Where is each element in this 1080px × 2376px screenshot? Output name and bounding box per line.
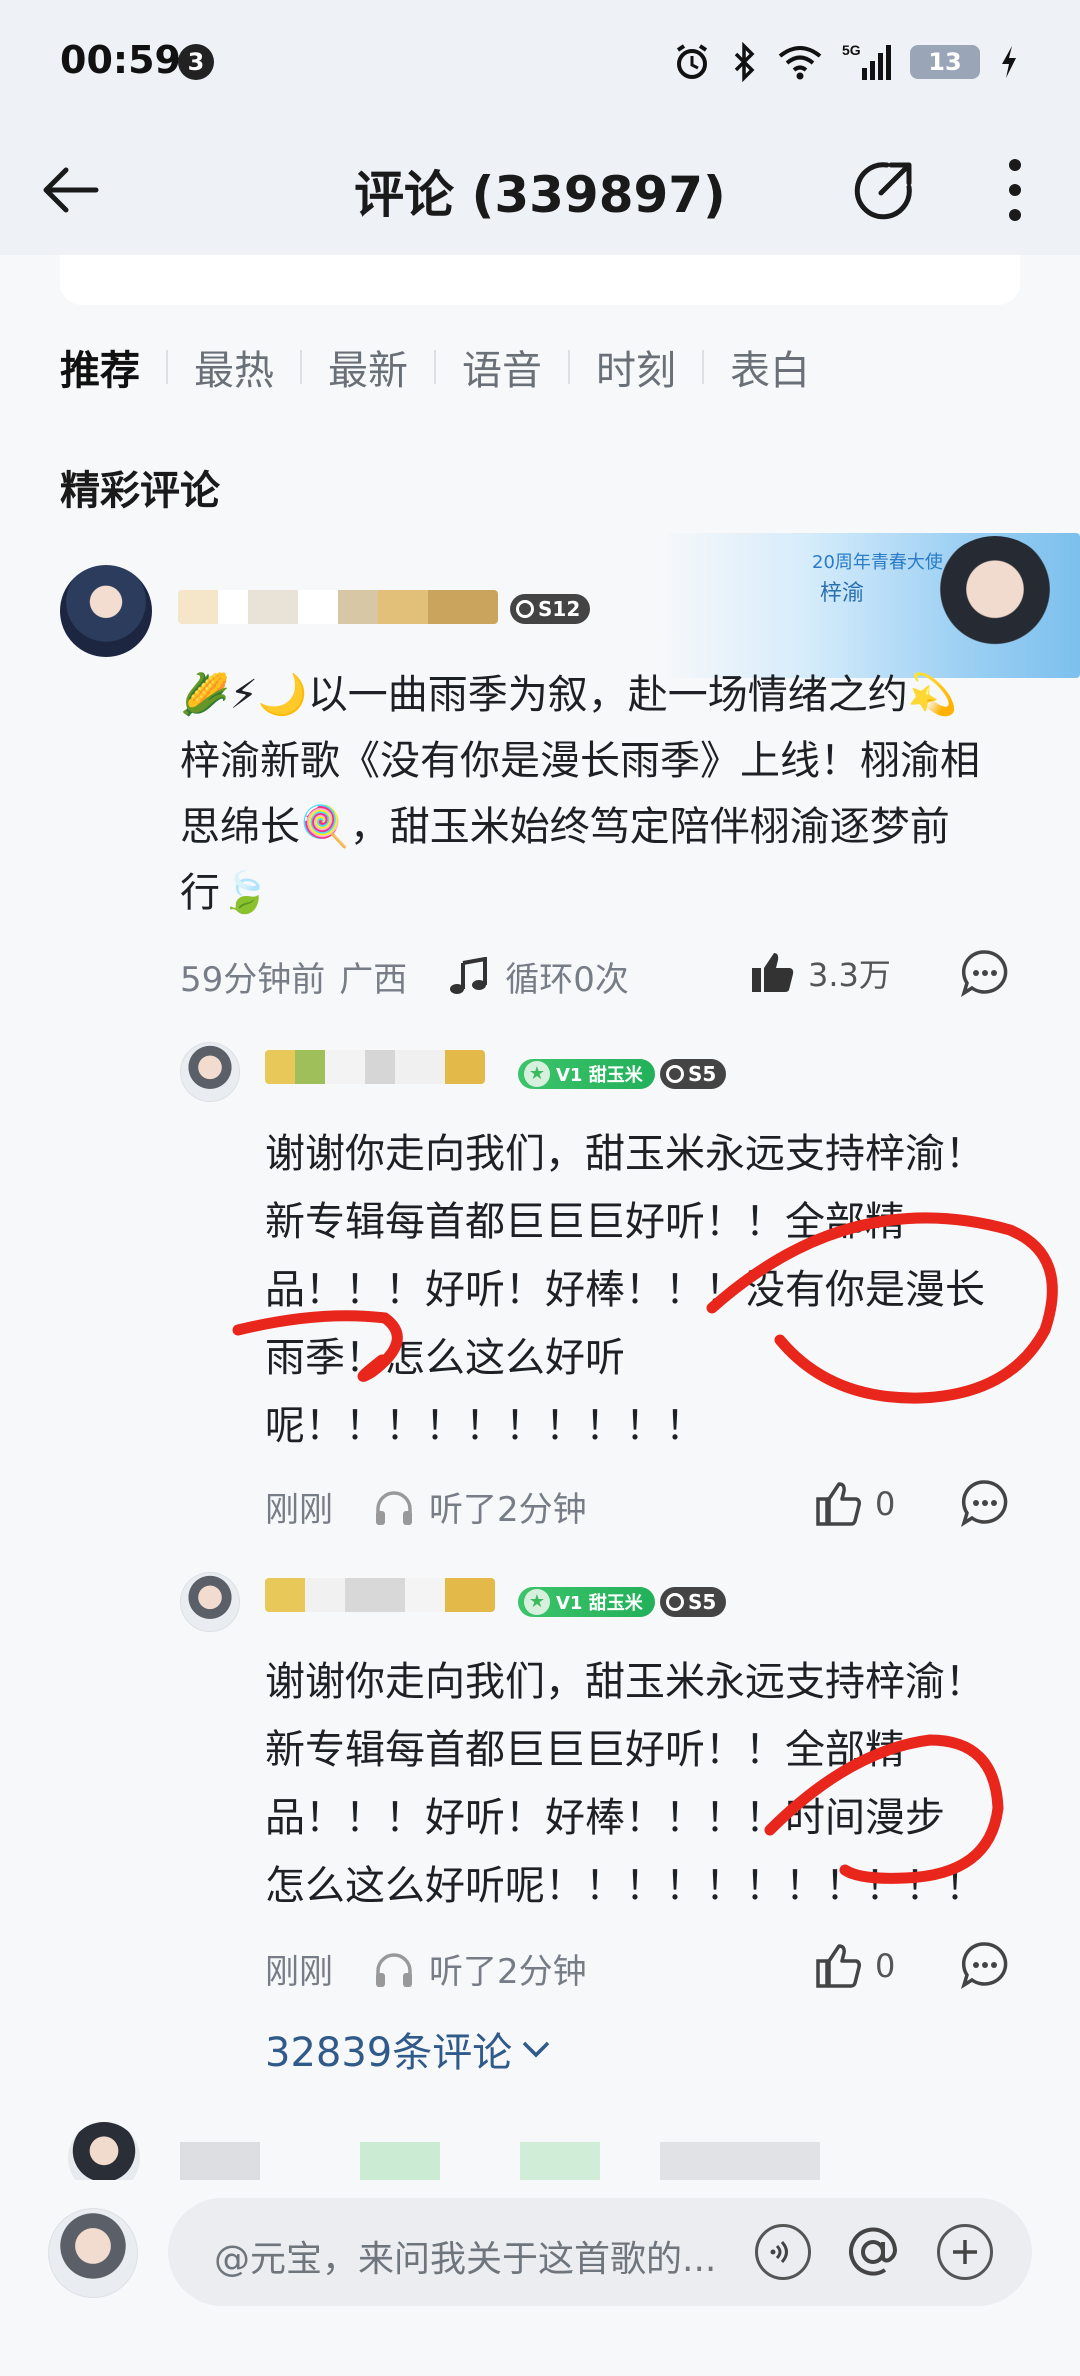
reply-bubble-icon[interactable] <box>960 948 1010 998</box>
like-button[interactable]: 3.3万 <box>750 950 891 996</box>
banner-tag: 20周年青春大使 <box>812 552 943 573</box>
level-icon <box>666 1593 684 1611</box>
plus-icon <box>953 2240 977 2264</box>
comment-text: 谢谢你走向我们，甜玉米永远支持梓渝！ 新专辑每首都巨巨巨好听！！全部精 品！！！… <box>265 1659 985 1909</box>
reply-bubble-icon[interactable] <box>960 1940 1010 1990</box>
next-comment-username <box>180 2142 820 2182</box>
status-icons: 5G 13 <box>672 40 1020 84</box>
level-icon <box>666 1065 684 1083</box>
svg-text:5G: 5G <box>842 42 861 58</box>
comment-meta: 59分钟前 广西 循环0次 <box>180 952 629 1001</box>
tab-recommend[interactable]: 推荐 <box>60 338 140 396</box>
comment-location: 广西 <box>339 960 408 1000</box>
comment-time: 刚刚 <box>265 1952 333 1992</box>
tab-moments[interactable]: 时刻 <box>596 338 676 396</box>
battery-indicator: 13 <box>910 45 980 79</box>
more-vertical-icon <box>1009 159 1021 221</box>
reply-bubble-icon[interactable] <box>960 1478 1010 1528</box>
comment-time: 59分钟前 <box>180 960 326 1000</box>
comment-meta: 刚刚 听了2分钟 <box>265 1944 587 1993</box>
wifi-icon <box>778 46 822 80</box>
tab-hottest[interactable]: 最热 <box>194 338 274 396</box>
comment-meta: 刚刚 听了2分钟 <box>265 1482 587 1531</box>
banner-portrait <box>930 536 1060 676</box>
like-button[interactable]: 0 <box>815 1942 895 1990</box>
tab-newest[interactable]: 最新 <box>328 338 408 396</box>
level-badge: S5 <box>660 1587 727 1617</box>
like-count: 3.3万 <box>808 956 891 994</box>
level-badge: S12 <box>510 594 591 624</box>
comment-text: 谢谢你走向我们，甜玉米永远支持梓渝！ 新专辑每首都巨巨巨好听！！全部精 品！！！… <box>265 1131 985 1449</box>
share-icon <box>854 162 912 220</box>
thumbs-up-icon <box>816 1944 861 1988</box>
like-count: 0 <box>875 1485 896 1523</box>
comment-text: 🌽⚡🌙以一曲雨季为叙，赴一场情绪之约💫 梓渝新歌《没有你是漫长雨季》上线！栩渝相… <box>180 672 980 916</box>
blurred-username[interactable] <box>178 590 498 624</box>
level-badge: S5 <box>660 1059 727 1089</box>
section-title: 精彩评论 <box>60 468 220 514</box>
music-note-icon <box>450 956 488 994</box>
comment-input-placeholder[interactable]: @元宝，来问我关于这首歌的... <box>214 2230 716 2282</box>
voice-input-button[interactable] <box>755 2224 811 2280</box>
add-button[interactable] <box>937 2224 993 2280</box>
fan-badge: ★ V1 甜玉米 <box>518 1059 655 1089</box>
cellular-signal-icon: 5G <box>842 42 891 80</box>
avatar[interactable] <box>180 1572 240 1632</box>
comment-tabs: 推荐 最热 最新 语音 时刻 表白 <box>60 338 810 396</box>
star-icon: ★ <box>524 1589 550 1615</box>
blurred-username[interactable] <box>265 1050 485 1084</box>
alarm-icon <box>676 44 708 79</box>
tab-divider <box>434 350 436 384</box>
tab-divider <box>702 350 704 384</box>
tab-voice[interactable]: 语音 <box>462 338 542 396</box>
bluetooth-icon <box>734 42 755 82</box>
tab-confession[interactable]: 表白 <box>730 338 810 396</box>
like-count: 0 <box>875 1947 896 1985</box>
reply-count: 32839条评论 <box>265 2030 513 2076</box>
tab-divider <box>166 350 168 384</box>
expand-replies-link[interactable]: 32839条评论 <box>265 2020 552 2078</box>
blurred-username[interactable] <box>265 1578 495 1612</box>
like-button[interactable]: 0 <box>815 1480 895 1528</box>
headphones-icon <box>376 1490 412 1525</box>
notification-count-badge: 3 <box>178 44 214 80</box>
thumbs-up-filled-icon <box>752 953 794 992</box>
share-button[interactable] <box>842 148 926 232</box>
my-avatar[interactable] <box>48 2208 138 2298</box>
avatar[interactable] <box>180 1042 240 1102</box>
at-sign-icon <box>849 2227 898 2276</box>
voice-wave-icon <box>770 2240 788 2264</box>
fan-badge: ★ V1 甜玉米 <box>518 1587 655 1617</box>
thumbs-up-icon <box>816 1482 861 1526</box>
chevron-down-icon <box>523 2041 550 2058</box>
banner-name: 梓渝 <box>820 581 865 606</box>
mention-button[interactable] <box>845 2224 901 2280</box>
avatar[interactable] <box>60 565 152 657</box>
tab-divider <box>568 350 570 384</box>
tab-divider <box>300 350 302 384</box>
loop-count: 循环0次 <box>505 960 629 1000</box>
headphones-icon <box>376 1952 412 1987</box>
song-card-edge <box>60 255 1020 305</box>
charging-icon <box>1002 46 1016 78</box>
star-icon: ★ <box>524 1061 550 1087</box>
listen-duration: 听了2分钟 <box>429 1952 587 1992</box>
comment-time: 刚刚 <box>265 1490 333 1530</box>
more-options-button[interactable] <box>975 150 1055 230</box>
listen-duration: 听了2分钟 <box>429 1490 587 1530</box>
status-time: 00:59 <box>60 38 181 82</box>
level-icon <box>516 600 534 618</box>
